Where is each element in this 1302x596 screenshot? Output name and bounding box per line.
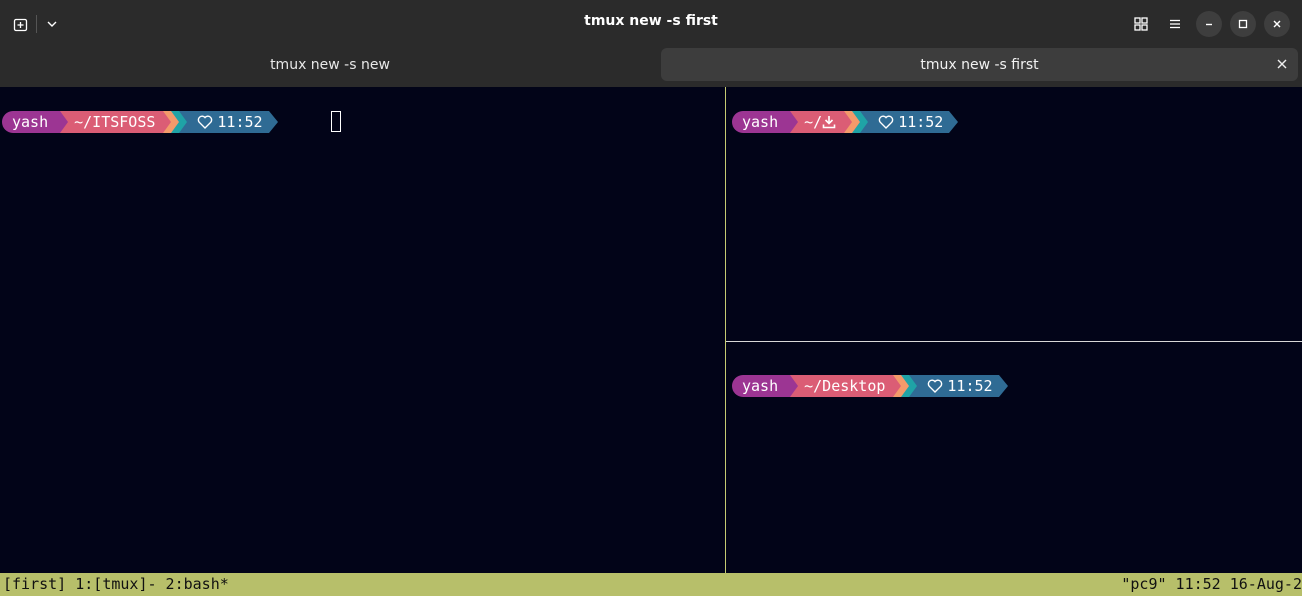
tab-close-icon[interactable]: [1274, 56, 1290, 72]
heart-icon: [928, 379, 943, 393]
prompt-separator: [893, 375, 902, 397]
tab-overview-icon[interactable]: [1128, 11, 1154, 37]
tab-tmux-first[interactable]: tmux new -s first: [661, 48, 1298, 81]
prompt-separator: [852, 111, 861, 133]
prompt-time: 11:52: [947, 377, 993, 395]
tab-tmux-new[interactable]: tmux new -s new: [4, 48, 656, 81]
prompt-top-right-pane: yash ~/ 11:52: [732, 111, 959, 133]
prompt-time-segment: 11:52: [187, 111, 269, 133]
prompt-separator: [179, 111, 188, 133]
menu-icon[interactable]: [1162, 11, 1188, 37]
prompt-separator: [790, 111, 799, 133]
minimize-icon: [1206, 23, 1212, 26]
prompt-time-segment: 11:52: [868, 111, 950, 133]
tmux-status-bar: [first] 1:[tmux]- 2:bash* "pc9" 11:52 16…: [0, 573, 1302, 596]
close-window-button[interactable]: [1264, 11, 1290, 37]
download-icon: [822, 116, 836, 129]
tab-label: tmux new -s new: [270, 56, 390, 73]
heart-icon: [878, 115, 894, 129]
prompt-dir: ~/ITSFOSS: [68, 111, 164, 133]
title-bar: tmux new -s first: [0, 0, 1302, 47]
prompt-separator: [860, 111, 869, 133]
prompt-left-pane: yash ~/ITSFOSS 11:52: [2, 111, 278, 133]
tab-bar: tmux new -s new tmux new -s first: [0, 47, 1302, 87]
prompt-user: yash: [732, 111, 791, 133]
prompt-user: yash: [2, 111, 61, 133]
prompt-time: 11:52: [898, 113, 944, 131]
pane-border-vertical[interactable]: [725, 87, 726, 573]
prompt-separator: [163, 111, 172, 133]
pane-border-horizontal[interactable]: [726, 341, 1302, 342]
prompt-bottom-right-pane: yash ~/Desktop 11:52: [732, 375, 1008, 397]
tmux-status-right: "pc9" 11:52 16-Aug-2: [1121, 575, 1302, 593]
tmux-window-list[interactable]: [first] 1:[tmux]- 2:bash*: [3, 575, 229, 593]
prompt-dir: ~/Desktop: [798, 375, 894, 397]
prompt-separator: [901, 375, 910, 397]
heart-icon: [198, 115, 213, 129]
prompt-end-arrow: [949, 111, 959, 133]
prompt-separator: [60, 111, 69, 133]
terminal-area[interactable]: yash ~/ITSFOSS 11:52 yash ~/ 11:52 yash …: [0, 87, 1302, 573]
prompt-separator: [171, 111, 180, 133]
prompt-dir: ~/: [804, 113, 823, 131]
prompt-separator: [844, 111, 853, 133]
minimize-button[interactable]: [1196, 11, 1222, 37]
title-bar-right-controls: [1120, 11, 1290, 37]
prompt-time: 11:52: [217, 113, 263, 131]
prompt-separator: [790, 375, 799, 397]
close-icon: [1273, 20, 1281, 28]
tab-label: tmux new -s first: [920, 56, 1039, 73]
prompt-end-arrow: [268, 111, 278, 133]
prompt-time-segment: 11:52: [917, 375, 999, 397]
maximize-icon: [1238, 19, 1248, 29]
maximize-button[interactable]: [1230, 11, 1256, 37]
prompt-user: yash: [732, 375, 791, 397]
terminal-cursor: [331, 111, 341, 132]
prompt-separator: [909, 375, 918, 397]
window-title: tmux new -s first: [584, 13, 718, 29]
prompt-dir-segment: ~/: [798, 111, 845, 133]
prompt-end-arrow: [998, 375, 1008, 397]
